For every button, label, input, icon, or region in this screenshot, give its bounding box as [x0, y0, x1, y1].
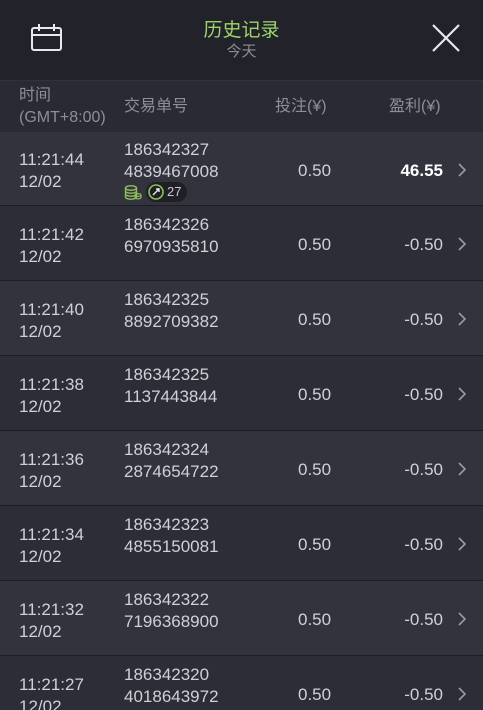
row-time: 11:21:42 12/02 — [19, 224, 84, 268]
row-bet: 0.50 — [298, 161, 332, 180]
row-id-part1: 186342322 — [124, 590, 210, 609]
row-time-value: 11:21:32 — [19, 600, 84, 619]
chevron-right-icon — [458, 237, 467, 251]
row-id-part2: 4018643972 — [124, 687, 219, 706]
row-time: 11:21:44 12/02 — [19, 149, 84, 193]
column-header-profit: 盈利(¥) — [389, 98, 441, 115]
history-row[interactable]: 11:21:27 12/02 186342320 4018643972 0.50… — [0, 656, 483, 710]
row-id-part1: 186342327 — [124, 140, 210, 159]
row-date-value: 12/02 — [19, 697, 62, 710]
row-time: 11:21:27 12/02 — [19, 674, 84, 710]
row-id-part2: 2874654722 — [124, 462, 219, 481]
history-row[interactable]: 11:21:38 12/02 186342325 1137443844 0.50… — [0, 356, 483, 431]
row-id-part1: 186342326 — [124, 215, 210, 234]
row-bet: 0.50 — [298, 460, 332, 479]
title-block: 历史记录 今天 — [0, 20, 483, 62]
chevron-right-icon — [458, 537, 467, 551]
column-header-time-label: 时间 — [19, 87, 52, 104]
row-profit: -0.50 — [404, 535, 443, 554]
row-bet: 0.50 — [298, 235, 332, 254]
column-header-timezone: (GMT+8:00) — [19, 109, 106, 126]
row-bet: 0.50 — [298, 610, 332, 629]
row-time: 11:21:38 12/02 — [19, 374, 84, 418]
row-profit: 46.55 — [400, 161, 443, 180]
chevron-right-icon — [458, 387, 467, 401]
free-spin-badge: 27 — [146, 182, 188, 202]
row-date-value: 12/02 — [19, 172, 62, 191]
row-transaction-id: 186342327 4839467008 — [124, 139, 219, 183]
history-row[interactable]: 11:21:40 12/02 186342325 8892709382 0.50… — [0, 281, 483, 356]
free-spin-icon — [148, 184, 164, 200]
row-id-part2: 8892709382 — [124, 312, 219, 331]
row-id-part1: 186342325 — [124, 365, 210, 384]
row-bet: 0.50 — [298, 385, 332, 404]
column-header-row: 时间 (GMT+8:00) 交易单号 投注(¥) 盈利(¥) — [0, 80, 483, 132]
header-bar: 历史记录 今天 — [0, 0, 483, 80]
row-profit: -0.50 — [404, 310, 443, 329]
close-button[interactable] — [428, 20, 464, 56]
column-header-time: 时间 (GMT+8:00) — [19, 85, 106, 129]
row-id-part2: 7196368900 — [124, 612, 219, 631]
free-spin-count: 27 — [167, 184, 182, 199]
row-time: 11:21:36 12/02 — [19, 449, 84, 493]
history-row[interactable]: 11:21:42 12/02 186342326 6970935810 0.50… — [0, 206, 483, 281]
row-transaction-id: 186342322 7196368900 — [124, 589, 219, 633]
row-date-value: 12/02 — [19, 622, 62, 641]
row-id-part2: 4855150081 — [124, 537, 219, 556]
row-time-value: 11:21:34 — [19, 525, 84, 544]
row-time: 11:21:32 12/02 — [19, 599, 84, 643]
row-id-part1: 186342320 — [124, 665, 210, 684]
row-transaction-id: 186342320 4018643972 — [124, 664, 219, 708]
history-row[interactable]: 11:21:32 12/02 186342322 7196368900 0.50… — [0, 581, 483, 656]
row-id-part1: 186342325 — [124, 290, 210, 309]
column-header-bet: 投注(¥) — [275, 98, 327, 115]
history-row[interactable]: 11:21:44 12/02 186342327 4839467008 27 0… — [0, 132, 483, 206]
row-profit: -0.50 — [404, 385, 443, 404]
page-title: 历史记录 — [203, 20, 280, 41]
row-time: 11:21:34 12/02 — [19, 524, 84, 568]
row-profit: -0.50 — [404, 685, 443, 704]
row-bet: 0.50 — [298, 685, 332, 704]
row-time-value: 11:21:36 — [19, 450, 84, 469]
row-date-value: 12/02 — [19, 397, 62, 416]
row-transaction-id: 186342325 1137443844 — [124, 364, 217, 408]
chevron-right-icon — [458, 687, 467, 701]
row-profit: -0.50 — [404, 610, 443, 629]
row-badges: 27 — [124, 182, 188, 202]
row-id-part2: 4839467008 — [124, 162, 219, 181]
row-transaction-id: 186342324 2874654722 — [124, 439, 219, 483]
row-bet: 0.50 — [298, 535, 332, 554]
row-id-part2: 6970935810 — [124, 237, 219, 256]
column-header-transaction-id: 交易单号 — [124, 98, 189, 115]
row-time-value: 11:21:40 — [19, 300, 84, 319]
row-profit: -0.50 — [404, 460, 443, 479]
chevron-right-icon — [458, 462, 467, 476]
row-date-value: 12/02 — [19, 472, 62, 491]
row-id-part1: 186342324 — [124, 440, 210, 459]
row-bet: 0.50 — [298, 310, 332, 329]
row-transaction-id: 186342323 4855150081 — [124, 514, 219, 558]
row-time-value: 11:21:44 — [19, 150, 84, 169]
row-date-value: 12/02 — [19, 322, 62, 341]
row-id-part1: 186342323 — [124, 515, 210, 534]
history-row[interactable]: 11:21:34 12/02 186342323 4855150081 0.50… — [0, 506, 483, 581]
row-transaction-id: 186342326 6970935810 — [124, 214, 219, 258]
chevron-right-icon — [458, 163, 467, 177]
row-time-value: 11:21:38 — [19, 375, 84, 394]
chevron-right-icon — [458, 312, 467, 326]
row-date-value: 12/02 — [19, 547, 62, 566]
history-list: 11:21:44 12/02 186342327 4839467008 27 0… — [0, 132, 483, 710]
row-transaction-id: 186342325 8892709382 — [124, 289, 219, 333]
date-filter-label: 今天 — [226, 43, 257, 60]
row-time-value: 11:21:27 — [19, 675, 84, 694]
row-time: 11:21:40 12/02 — [19, 299, 84, 343]
row-time-value: 11:21:42 — [19, 225, 84, 244]
coin-stack-icon — [124, 185, 142, 200]
row-profit: -0.50 — [404, 235, 443, 254]
history-row[interactable]: 11:21:36 12/02 186342324 2874654722 0.50… — [0, 431, 483, 506]
chevron-right-icon — [458, 612, 467, 626]
close-icon — [432, 24, 460, 52]
row-id-part2: 1137443844 — [124, 387, 218, 406]
row-date-value: 12/02 — [19, 247, 62, 266]
